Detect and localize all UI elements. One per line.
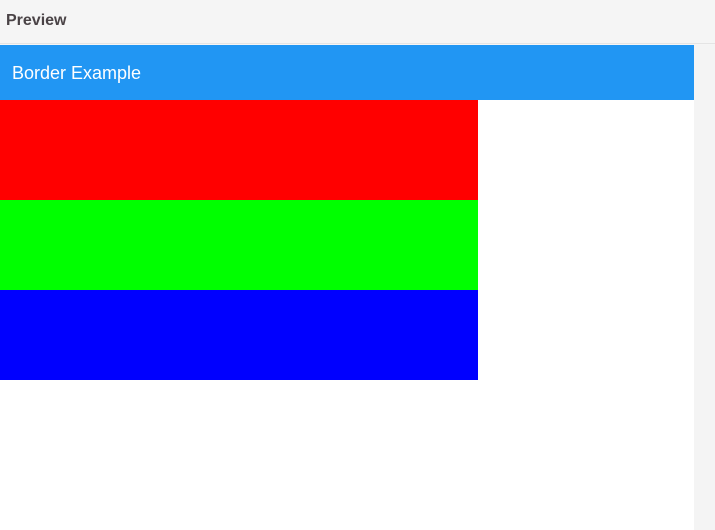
app-bar-title: Border Example — [12, 63, 142, 83]
preview-header: Preview — [0, 0, 715, 44]
preview-title: Preview — [6, 12, 67, 29]
green-box — [0, 200, 478, 290]
preview-frame: Border Example — [0, 45, 694, 530]
blue-box — [0, 290, 478, 380]
scrollbar-track[interactable] — [694, 45, 715, 530]
app-bar: Border Example — [0, 45, 694, 100]
red-box — [0, 100, 478, 200]
